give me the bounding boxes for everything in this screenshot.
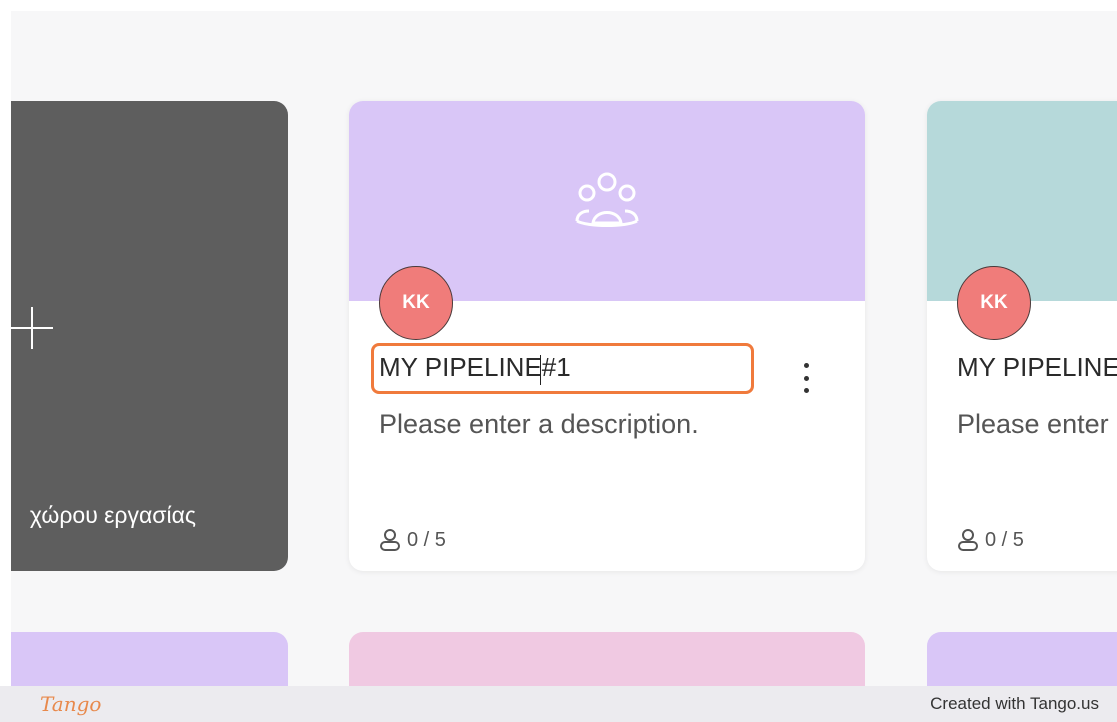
user-icon xyxy=(380,529,400,551)
tango-credit: Created with Tango.us xyxy=(930,694,1099,713)
pipeline-title[interactable]: MY PIPELINE#1 xyxy=(957,352,1117,383)
text-caret xyxy=(540,355,541,385)
members-count: 0 / 5 xyxy=(379,528,446,552)
user-icon xyxy=(958,529,978,551)
group-icon xyxy=(575,172,639,227)
members-count-text: 0 / 5 xyxy=(407,528,446,551)
new-workspace-label-wrap: χώρου εργασίας xyxy=(11,502,196,529)
pipeline-title-input[interactable]: MY PIPELINE#1 xyxy=(379,352,571,383)
pipeline-description[interactable]: Please enter a description. xyxy=(957,409,1117,440)
pipeline-card[interactable]: KK MY PIPELINE#1 Please enter a descript… xyxy=(349,101,865,571)
tango-logo: Tango xyxy=(40,692,102,716)
card-banner xyxy=(927,101,1117,301)
new-workspace-card[interactable]: χώρου εργασίας xyxy=(11,101,288,571)
avatar[interactable]: KK xyxy=(379,266,453,340)
plus-icon xyxy=(11,307,53,349)
workspace-canvas: χώρου εργασίας KK MY PIPELINE#1 Please e… xyxy=(11,11,1117,686)
avatar[interactable]: KK xyxy=(957,266,1031,340)
members-count: 0 / 5 xyxy=(957,528,1024,552)
members-count-text: 0 / 5 xyxy=(985,528,1024,551)
more-options-icon[interactable] xyxy=(796,363,816,393)
pipeline-card-partial[interactable] xyxy=(927,632,1117,686)
tango-footer: Tango Created with Tango.us xyxy=(0,686,1117,722)
new-workspace-label: χώρου εργασίας xyxy=(29,502,196,528)
pipeline-card-partial[interactable] xyxy=(349,632,865,686)
pipeline-card-partial[interactable] xyxy=(11,632,288,686)
pipeline-description[interactable]: Please enter a description. xyxy=(379,409,699,440)
pipeline-card[interactable]: KK MY PIPELINE#1 Please enter a descript… xyxy=(927,101,1117,571)
